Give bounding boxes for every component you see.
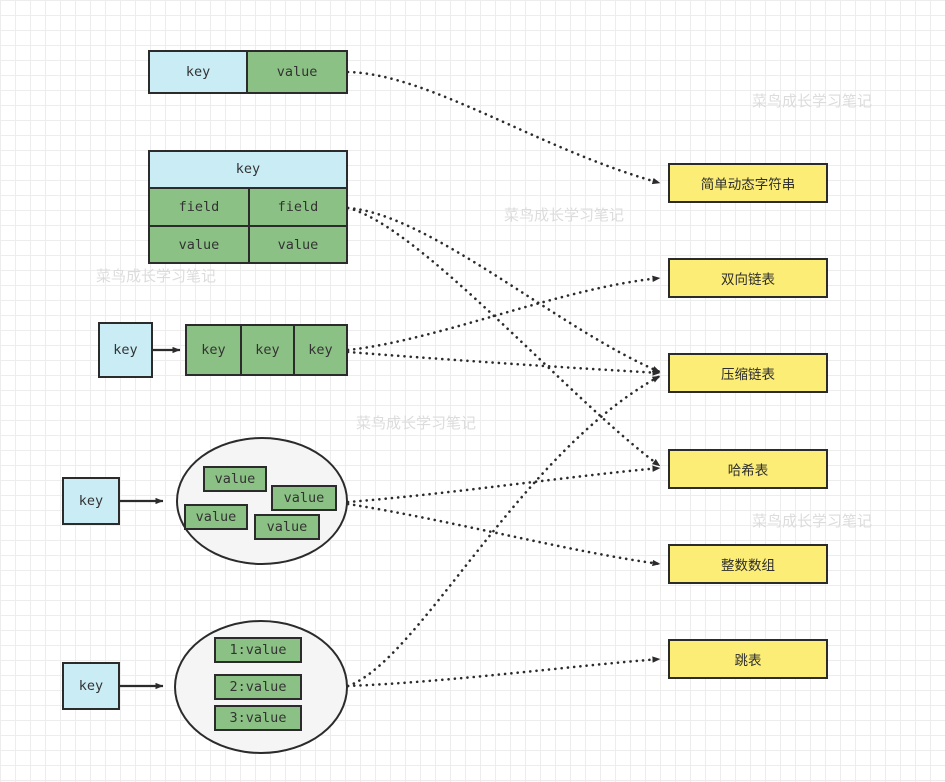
list-item-label-3: key — [308, 342, 333, 358]
encoding-box-skiplist: 跳表 — [668, 639, 828, 679]
edge-hash-to-ziplist — [346, 206, 662, 374]
hash-value-cell-2: value — [248, 227, 346, 262]
encoding-label-sds: 简单动态字符串 — [700, 177, 796, 193]
string-key-label: key — [185, 64, 211, 80]
set-item-3: value — [184, 504, 248, 530]
hash-key-cell: key — [150, 152, 346, 187]
hash-value-label-1: value — [178, 236, 220, 253]
edge-string-to-sds — [346, 70, 662, 185]
encoding-box-ziplist: 压缩链表 — [668, 353, 828, 393]
encoding-box-hashtable: 哈希表 — [668, 449, 828, 489]
diagram-canvas: key value key field field value value ke… — [0, 0, 945, 782]
zset-key-label: key — [78, 678, 104, 694]
list-item-cell-3: key — [292, 326, 346, 374]
zset-item-3: 3:value — [214, 705, 302, 731]
encoding-label-ziplist: 压缩链表 — [721, 367, 775, 383]
set-item-2: value — [271, 485, 337, 511]
watermark-3: 菜鸟成长学习笔记 — [96, 267, 217, 285]
string-structure: key value — [148, 50, 348, 94]
encoding-box-sds: 简单动态字符串 — [668, 163, 828, 203]
zset-item-label-2: 2:value — [229, 679, 287, 695]
set-key-box: key — [62, 477, 120, 525]
hash-value-cell-1: value — [150, 227, 248, 262]
edge-list-to-linkedlist — [346, 275, 662, 352]
hash-field-label-2: field — [277, 199, 319, 215]
zset-item-1: 1:value — [214, 637, 302, 663]
set-item-1: value — [203, 466, 267, 492]
zset-key-box: key — [62, 662, 120, 710]
watermark-5: 菜鸟成长学习笔记 — [752, 512, 873, 530]
zset-item-2: 2:value — [214, 674, 302, 700]
list-key-box: key — [98, 322, 153, 378]
set-item-label-2: value — [283, 490, 325, 506]
string-value-cell: value — [246, 52, 346, 92]
encoding-label-hashtable: 哈希表 — [727, 463, 769, 479]
watermark-2: 菜鸟成长学习笔记 — [504, 206, 625, 224]
set-key-label: key — [78, 493, 104, 509]
set-item-label-3: value — [195, 509, 237, 525]
list-item-cell-1: key — [187, 326, 240, 374]
watermark-1: 菜鸟成长学习笔记 — [752, 92, 873, 110]
hash-field-cell-2: field — [248, 188, 346, 226]
string-value-label: value — [276, 64, 318, 80]
hash-field-cell-1: field — [150, 188, 248, 226]
set-item-4: value — [254, 514, 320, 540]
encoding-label-intset: 整数数组 — [721, 558, 775, 574]
encoding-box-intset: 整数数组 — [668, 544, 828, 584]
hash-structure: key field field value value — [148, 150, 348, 264]
zset-item-label-3: 3:value — [229, 710, 287, 726]
zset-item-label-1: 1:value — [229, 642, 287, 658]
watermark-4: 菜鸟成长学习笔记 — [356, 414, 477, 432]
list-structure: key key key — [185, 324, 348, 376]
hash-value-label-2: value — [277, 236, 319, 253]
encoding-label-linkedlist: 双向链表 — [721, 272, 775, 288]
edge-set-to-hashtable — [346, 465, 662, 504]
set-item-label-1: value — [214, 471, 256, 487]
set-item-label-4: value — [266, 519, 308, 535]
edge-zset-to-skiplist — [346, 656, 662, 688]
hash-field-label-1: field — [178, 199, 220, 215]
encoding-box-linkedlist: 双向链表 — [668, 258, 828, 298]
list-key-label: key — [113, 342, 138, 358]
list-item-cell-2: key — [239, 326, 293, 374]
hash-key-label: key — [235, 161, 261, 178]
string-key-cell: key — [150, 52, 247, 92]
list-item-label-2: key — [255, 342, 280, 358]
edge-set-to-intset — [346, 502, 662, 567]
encoding-label-skiplist: 跳表 — [734, 653, 762, 669]
edge-list-to-ziplist — [346, 350, 662, 376]
list-item-label-1: key — [201, 342, 226, 358]
